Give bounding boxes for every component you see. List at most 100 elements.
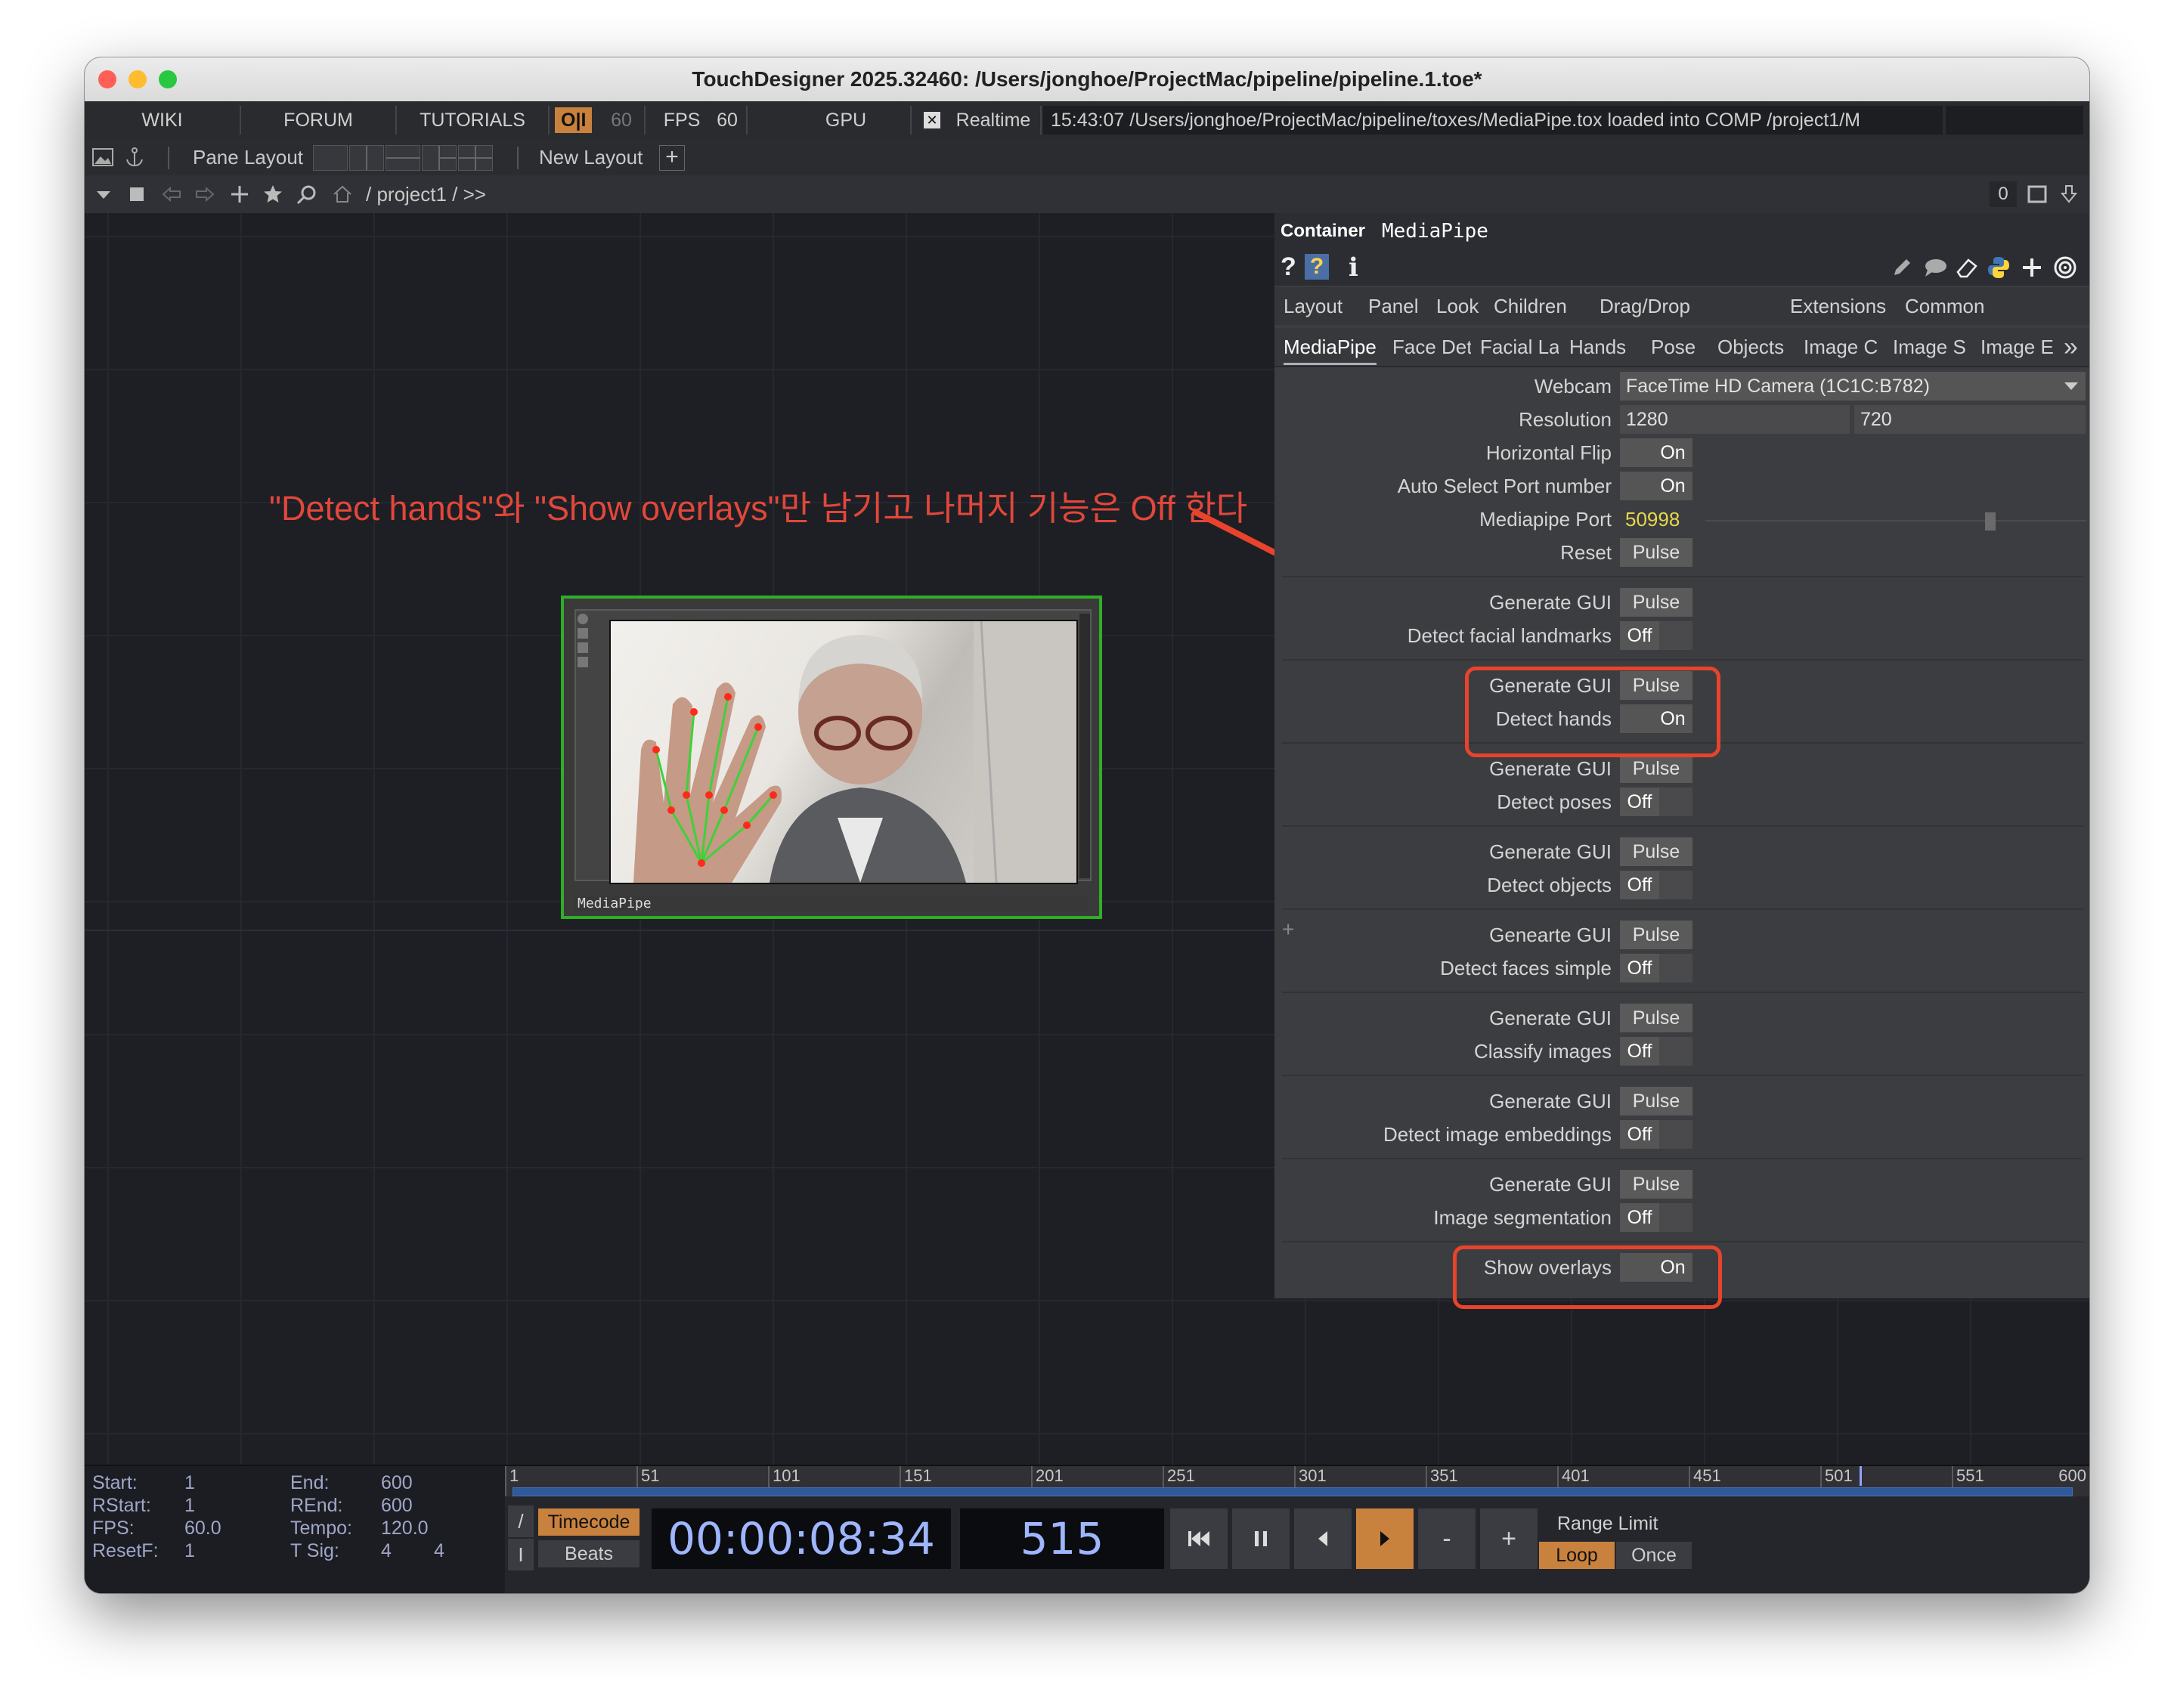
detect-objects-toggle[interactable]: Off bbox=[1620, 871, 1692, 899]
detect-image-embeddings-toggle[interactable]: Off bbox=[1620, 1120, 1692, 1149]
autoport-toggle[interactable]: On bbox=[1620, 472, 1692, 500]
tab-image-s[interactable]: Image S bbox=[1893, 328, 1971, 366]
fps-value[interactable]: 60.0 bbox=[184, 1518, 221, 1539]
operator-type: Container bbox=[1281, 221, 1366, 241]
page-tabs-row2: MediaPipe Face Det Facial La Hands Pose … bbox=[1274, 328, 2089, 367]
tab-face-det[interactable]: Face Det bbox=[1392, 328, 1471, 366]
frame-display[interactable]: 515 bbox=[960, 1508, 1164, 1569]
hflip-toggle[interactable]: On bbox=[1620, 438, 1692, 467]
generate-gui-pulse-button[interactable]: Pulse bbox=[1620, 1004, 1692, 1032]
tab-hands[interactable]: Hands bbox=[1569, 328, 1626, 366]
tab-children[interactable]: Children bbox=[1494, 287, 1567, 325]
tab-image-c[interactable]: Image C bbox=[1804, 328, 1882, 366]
detect-faces-simple-toggle[interactable]: Off bbox=[1620, 954, 1692, 982]
reset-label: Reset bbox=[1560, 541, 1612, 564]
playhead[interactable] bbox=[1860, 1466, 1862, 1486]
generate-gui-pulse-button[interactable]: Pulse bbox=[1620, 1087, 1692, 1115]
range-bar[interactable] bbox=[513, 1487, 2073, 1496]
rewind-button[interactable] bbox=[1170, 1508, 1228, 1569]
tab-panel[interactable]: Panel bbox=[1368, 287, 1419, 325]
eraser-icon[interactable] bbox=[1955, 257, 1979, 278]
resolution-height-field[interactable]: 720 bbox=[1854, 405, 2086, 434]
tab-pose[interactable]: Pose bbox=[1651, 328, 1696, 366]
operator-name[interactable]: MediaPipe bbox=[1382, 213, 1488, 249]
detect-image-embeddings-label: Detect image embeddings bbox=[1383, 1123, 1612, 1146]
port-value[interactable]: 50998 bbox=[1625, 508, 1680, 531]
detect-facial-landmarks-toggle[interactable]: Off bbox=[1620, 621, 1692, 650]
toggle-value: Off bbox=[1627, 791, 1652, 812]
start-value[interactable]: 1 bbox=[184, 1472, 195, 1494]
play-button[interactable] bbox=[1356, 1508, 1414, 1569]
classify-images-toggle[interactable]: Off bbox=[1620, 1037, 1692, 1066]
tab-image-e[interactable]: Image E bbox=[1980, 328, 2056, 366]
resetf-value[interactable]: 1 bbox=[184, 1540, 195, 1562]
margin-plus[interactable]: + bbox=[1282, 917, 1294, 942]
generate-gui-pulse-button[interactable]: Pulse bbox=[1620, 921, 1692, 949]
edit-flag-icon[interactable] bbox=[578, 628, 588, 639]
loop-button[interactable]: Loop bbox=[1539, 1542, 1615, 1569]
tsig-unit[interactable]: 4 bbox=[434, 1540, 444, 1562]
ibeam-button[interactable]: I bbox=[508, 1539, 534, 1570]
once-button[interactable]: Once bbox=[1616, 1542, 1692, 1569]
port-slider-track[interactable] bbox=[1705, 520, 2086, 521]
autoport-label: Auto Select Port number bbox=[1397, 475, 1612, 497]
pause-button[interactable] bbox=[1232, 1508, 1290, 1569]
resolution-width-field[interactable]: 1280 bbox=[1620, 405, 1850, 434]
node-flags[interactable] bbox=[578, 614, 590, 671]
help-icon[interactable]: ? bbox=[1281, 252, 1296, 282]
reset-pulse-button[interactable]: Pulse bbox=[1620, 538, 1692, 567]
info-icon[interactable]: i bbox=[1349, 252, 1358, 283]
separator bbox=[1282, 576, 2083, 577]
generate-gui-pulse-button[interactable]: Pulse bbox=[1620, 1170, 1692, 1199]
tab-objects[interactable]: Objects bbox=[1717, 328, 1784, 366]
image-segmentation-toggle[interactable]: Off bbox=[1620, 1203, 1692, 1232]
rend-value[interactable]: 600 bbox=[381, 1495, 413, 1517]
beats-button[interactable]: Beats bbox=[538, 1540, 640, 1567]
edit-icon[interactable] bbox=[1891, 257, 1912, 278]
bypass-flag-icon[interactable] bbox=[578, 642, 588, 653]
step-plus-button[interactable]: + bbox=[1480, 1508, 1538, 1569]
generate-gui-label: Generate GUI bbox=[1489, 591, 1612, 614]
autoport-value: On bbox=[1660, 475, 1686, 497]
python-help-icon[interactable]: ? bbox=[1305, 254, 1329, 280]
tab-mediapipe[interactable]: MediaPipe bbox=[1284, 328, 1377, 365]
lock-flag-icon[interactable] bbox=[578, 657, 588, 667]
timeline-ruler[interactable]: 1 51 101 151 201 251 301 351 401 451 501… bbox=[505, 1466, 2089, 1496]
port-label: Mediapipe Port bbox=[1479, 508, 1612, 531]
slash-button[interactable]: / bbox=[508, 1505, 534, 1537]
detect-poses-toggle[interactable]: Off bbox=[1620, 787, 1692, 816]
more-tabs-button[interactable]: » bbox=[2064, 328, 2078, 366]
tab-look[interactable]: Look bbox=[1436, 287, 1479, 325]
rstart-value[interactable]: 1 bbox=[184, 1495, 195, 1517]
generate-gui-pulse-button[interactable]: Pulse bbox=[1620, 837, 1692, 866]
play-backward-icon bbox=[1318, 1531, 1327, 1546]
tsig-beats[interactable]: 4 bbox=[381, 1540, 392, 1562]
hflip-value: On bbox=[1660, 442, 1686, 463]
target-icon[interactable] bbox=[2053, 255, 2077, 280]
step-minus-button[interactable]: - bbox=[1418, 1508, 1476, 1569]
tab-common[interactable]: Common bbox=[1905, 287, 1984, 325]
webcam-menu[interactable]: FaceTime HD Camera (1C1C:B782) bbox=[1620, 372, 2086, 401]
chevron-down-icon bbox=[2064, 382, 2078, 390]
mediapipe-node[interactable]: MediaPipe bbox=[561, 596, 1102, 919]
generate-gui-pulse-button[interactable]: Pulse bbox=[1620, 754, 1692, 783]
tab-layout[interactable]: Layout bbox=[1284, 287, 1342, 325]
comment-icon[interactable] bbox=[1923, 257, 1947, 278]
end-value[interactable]: 600 bbox=[381, 1472, 413, 1494]
node-label[interactable]: MediaPipe bbox=[574, 896, 1089, 911]
tab-extensions[interactable]: Extensions bbox=[1790, 287, 1886, 325]
step-back-button[interactable] bbox=[1294, 1508, 1352, 1569]
tempo-value[interactable]: 120.0 bbox=[381, 1518, 429, 1539]
python-icon[interactable] bbox=[1987, 255, 2011, 280]
tab-facial-la[interactable]: Facial La bbox=[1480, 328, 1559, 366]
plus-icon[interactable] bbox=[2021, 257, 2042, 278]
port-slider-handle[interactable] bbox=[1985, 512, 1996, 531]
timecode-display[interactable]: 00:00:08:34 bbox=[652, 1508, 951, 1569]
generate-gui-label: Generate GUI bbox=[1489, 1173, 1612, 1196]
timecode-button[interactable]: Timecode bbox=[538, 1508, 640, 1536]
generate-gui-pulse-button[interactable]: Pulse bbox=[1620, 588, 1692, 617]
webcam-label: Webcam bbox=[1534, 375, 1612, 398]
detect-faces-simple-label: Detect faces simple bbox=[1440, 957, 1612, 979]
viewer-flag-icon[interactable] bbox=[578, 614, 588, 624]
tab-drag-drop[interactable]: Drag/Drop bbox=[1600, 287, 1690, 325]
